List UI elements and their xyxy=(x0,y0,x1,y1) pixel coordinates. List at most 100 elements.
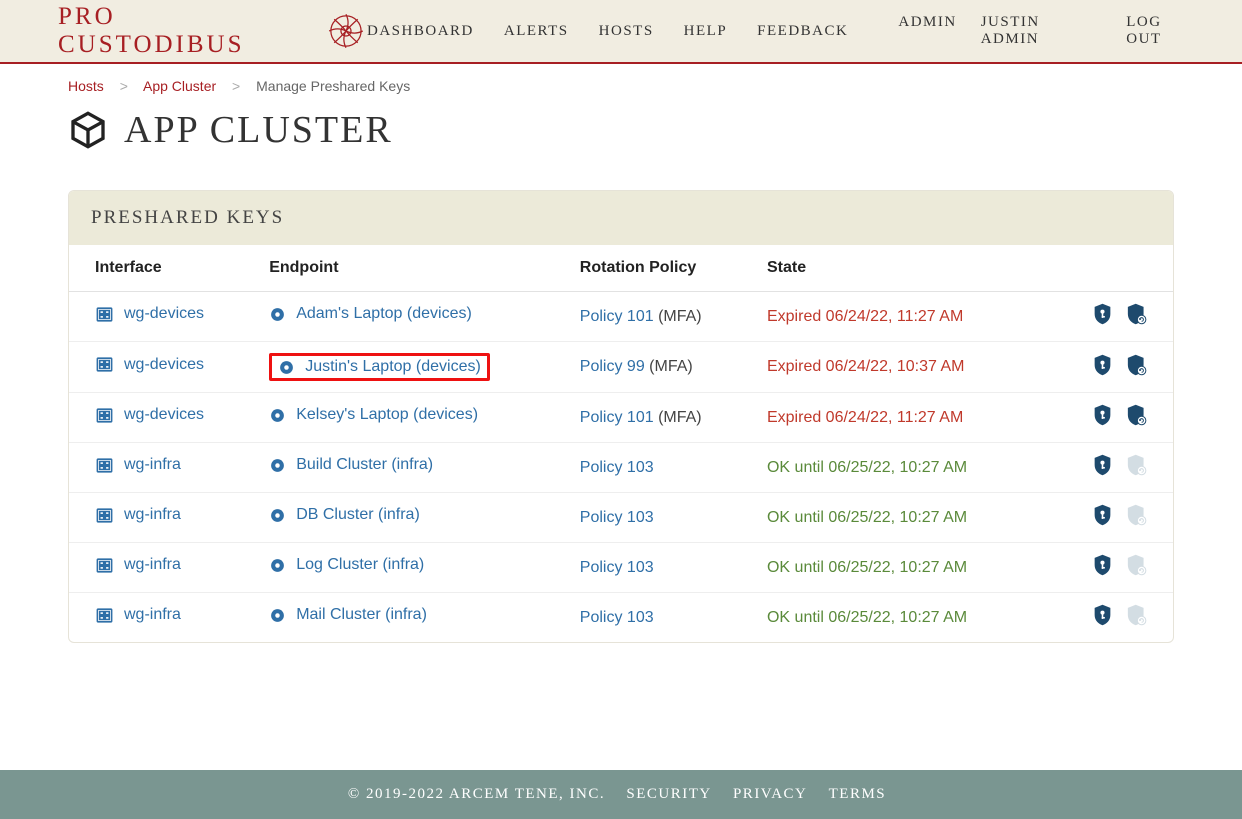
interface-link[interactable]: wg-infra xyxy=(95,456,181,475)
view-key-button[interactable] xyxy=(1093,354,1112,381)
interface-link[interactable]: wg-devices xyxy=(95,355,204,374)
footer-security[interactable]: SECURITY xyxy=(626,786,711,802)
interface-link[interactable]: wg-devices xyxy=(95,406,204,425)
key-shield-icon xyxy=(1093,504,1112,526)
interface-icon xyxy=(95,556,114,575)
interface-link[interactable]: wg-infra xyxy=(95,556,181,575)
interface-name: wg-devices xyxy=(124,305,204,323)
rotate-shield-icon xyxy=(1126,354,1147,376)
endpoint-link[interactable]: Build Cluster (infra) xyxy=(269,456,433,474)
nav-user[interactable]: JUSTIN ADMIN xyxy=(981,14,1103,48)
main-nav: DASHBOARD ALERTS HOSTS HELP FEEDBACK xyxy=(367,23,848,40)
table-row: wg-infra Build Cluster (infra) Policy 103 O… xyxy=(69,443,1173,493)
view-key-button[interactable] xyxy=(1093,454,1112,481)
col-policy: Rotation Policy xyxy=(566,245,753,292)
interface-link[interactable]: wg-infra xyxy=(95,606,181,625)
crumb-current: Manage Preshared Keys xyxy=(256,78,410,94)
panel-title: PRESHARED KEYS xyxy=(69,191,1173,245)
policy-link[interactable]: Policy 103 xyxy=(580,609,654,626)
title-row: APP CLUSTER xyxy=(68,108,1174,152)
endpoint-link[interactable]: Log Cluster (infra) xyxy=(269,556,424,574)
interface-icon xyxy=(95,456,114,475)
view-key-button[interactable] xyxy=(1093,554,1112,581)
state-text: Expired 06/24/22, 11:27 AM xyxy=(767,409,963,426)
policy-mfa-suffix: (MFA) xyxy=(645,358,693,375)
endpoint-name: Log Cluster (infra) xyxy=(296,556,424,574)
policy-link[interactable]: Policy 101 xyxy=(580,308,654,325)
crumb-cluster[interactable]: App Cluster xyxy=(143,78,216,94)
view-key-button[interactable] xyxy=(1093,303,1112,330)
footer: © 2019-2022 ARCEM TENE, INC. SECURITY PR… xyxy=(0,770,1242,819)
policy-mfa-suffix: (MFA) xyxy=(654,308,702,325)
key-shield-icon xyxy=(1093,354,1112,376)
nav-hosts[interactable]: HOSTS xyxy=(599,23,654,40)
interface-icon xyxy=(95,355,114,374)
interface-icon xyxy=(95,406,114,425)
rotate-shield-icon xyxy=(1126,604,1147,626)
interface-link[interactable]: wg-devices xyxy=(95,305,204,324)
nav-alerts[interactable]: ALERTS xyxy=(504,23,569,40)
key-shield-icon xyxy=(1093,604,1112,626)
policy-link[interactable]: Policy 99 xyxy=(580,358,645,375)
footer-terms[interactable]: TERMS xyxy=(829,786,887,802)
endpoint-link[interactable]: Mail Cluster (infra) xyxy=(269,606,427,624)
brand-text: PRO CUSTODIBUS xyxy=(58,3,311,59)
rotate-shield-icon xyxy=(1126,454,1147,476)
interface-name: wg-infra xyxy=(124,556,181,574)
interface-name: wg-devices xyxy=(124,356,204,374)
interface-name: wg-infra xyxy=(124,506,181,524)
endpoint-link[interactable]: Kelsey's Laptop (devices) xyxy=(269,406,478,424)
policy-link[interactable]: Policy 101 xyxy=(580,409,654,426)
endpoint-icon xyxy=(269,407,286,424)
rotate-key-button xyxy=(1126,604,1147,631)
interface-icon xyxy=(95,506,114,525)
footer-privacy[interactable]: PRIVACY xyxy=(733,786,807,802)
col-endpoint: Endpoint xyxy=(255,245,566,292)
view-key-button[interactable] xyxy=(1093,404,1112,431)
rotate-key-button xyxy=(1126,504,1147,531)
copyright: © 2019-2022 ARCEM TENE, INC. xyxy=(348,786,605,802)
table-row: wg-devices Kelsey's Laptop (devices) Polic… xyxy=(69,393,1173,443)
chevron-right-icon: > xyxy=(232,78,240,94)
view-key-button[interactable] xyxy=(1093,604,1112,631)
nav-admin[interactable]: ADMIN xyxy=(898,14,956,48)
user-nav: ADMIN JUSTIN ADMIN LOG OUT xyxy=(898,14,1202,48)
policy-mfa-suffix: (MFA) xyxy=(654,409,702,426)
state-text: OK until 06/25/22, 10:27 AM xyxy=(767,609,967,626)
policy-link[interactable]: Policy 103 xyxy=(580,459,654,476)
rotate-key-button[interactable] xyxy=(1126,404,1147,431)
state-text: Expired 06/24/22, 10:37 AM xyxy=(767,358,964,375)
key-shield-icon xyxy=(1093,554,1112,576)
endpoint-name: Justin's Laptop (devices) xyxy=(305,358,481,376)
endpoint-link[interactable]: Adam's Laptop (devices) xyxy=(269,305,472,323)
table-row: wg-infraDB Cluster (infra)Policy 103OK u… xyxy=(69,493,1173,543)
rotate-shield-icon xyxy=(1126,554,1147,576)
nav-logout[interactable]: LOG OUT xyxy=(1126,14,1202,48)
col-interface: Interface xyxy=(69,245,255,292)
crumb-hosts[interactable]: Hosts xyxy=(68,78,104,94)
nav-help[interactable]: HELP xyxy=(684,23,728,40)
breadcrumb: Hosts > App Cluster > Manage Preshared K… xyxy=(0,64,1242,102)
policy-link[interactable]: Policy 103 xyxy=(580,559,654,576)
rotate-shield-icon xyxy=(1126,303,1147,325)
endpoint-icon xyxy=(269,507,286,524)
endpoint-icon xyxy=(269,607,286,624)
endpoint-name: Kelsey's Laptop (devices) xyxy=(296,406,478,424)
policy-link[interactable]: Policy 103 xyxy=(580,509,654,526)
key-shield-icon xyxy=(1093,454,1112,476)
endpoint-icon xyxy=(269,457,286,474)
endpoint-link[interactable]: DB Cluster (infra) xyxy=(269,506,420,524)
view-key-button[interactable] xyxy=(1093,504,1112,531)
rotate-shield-icon xyxy=(1126,404,1147,426)
interface-icon xyxy=(95,606,114,625)
state-text: OK until 06/25/22, 10:27 AM xyxy=(767,459,967,476)
endpoint-link[interactable]: Justin's Laptop (devices) xyxy=(278,358,481,376)
nav-feedback[interactable]: FEEDBACK xyxy=(757,23,848,40)
nav-dashboard[interactable]: DASHBOARD xyxy=(367,23,474,40)
rotate-key-button[interactable] xyxy=(1126,354,1147,381)
brand-logo-icon xyxy=(325,10,367,52)
brand[interactable]: PRO CUSTODIBUS xyxy=(58,3,367,59)
rotate-key-button[interactable] xyxy=(1126,303,1147,330)
table-row: wg-infraLog Cluster (infra)Policy 103OK … xyxy=(69,543,1173,593)
interface-link[interactable]: wg-infra xyxy=(95,506,181,525)
